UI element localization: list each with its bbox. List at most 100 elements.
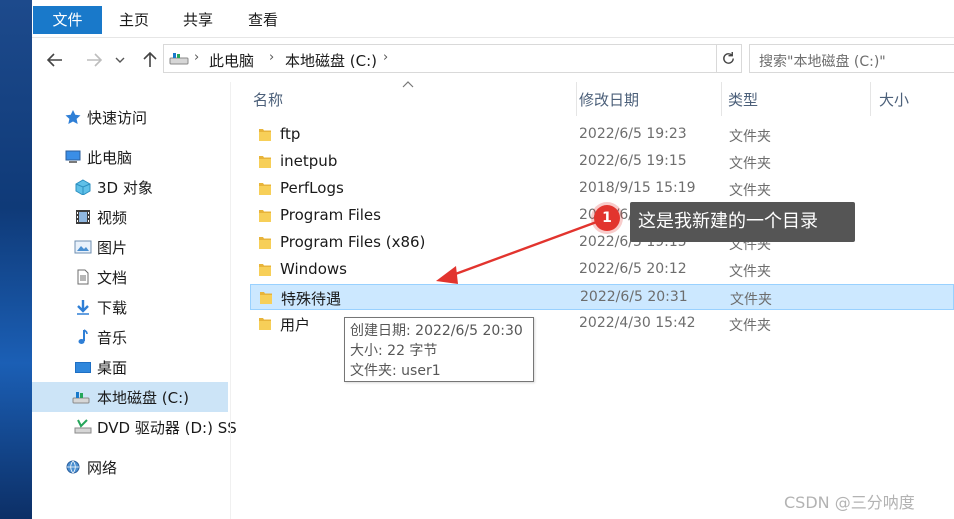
tooltip-size: 大小: 22 字节 (350, 343, 438, 359)
documents-icon (77, 269, 89, 285)
file-modified-date: 2022/6/5 20:31 (580, 289, 688, 305)
folder-icon (259, 210, 271, 222)
nav-item-this-pc[interactable]: 此电脑 (32, 143, 228, 171)
column-header-modified[interactable]: 修改日期 (577, 82, 722, 116)
computer-icon (65, 150, 81, 163)
file-row[interactable]: Windows 2022/6/5 20:12 文件夹 (250, 257, 954, 283)
forward-button[interactable] (82, 48, 106, 72)
tab-share[interactable]: 共享 (172, 6, 224, 34)
nav-item-network[interactable]: 网络 (32, 453, 228, 481)
nav-item-documents[interactable]: 文档 (32, 263, 228, 291)
music-icon (78, 329, 88, 344)
file-type: 文件夹 (729, 264, 771, 280)
file-explorer-window: 文件 主页 共享 查看 › 此电脑 › 本地磁盘 (C:) › 搜索"本地磁盘 … (32, 0, 954, 519)
file-list: 名称 修改日期 类型 大小 ftp 2022/6/5 19:23 文件夹 inetpu… (250, 81, 954, 519)
download-icon (77, 300, 89, 315)
desktop-background (0, 0, 32, 519)
file-type: 文件夹 (729, 156, 771, 172)
file-name: Windows (280, 260, 347, 278)
dvd-drive-icon (74, 419, 92, 434)
file-name: 用户 (280, 316, 311, 334)
arrow-right-icon (87, 53, 102, 67)
refresh-icon (723, 51, 734, 64)
file-modified-date: 2022/6/5 19:23 (579, 126, 687, 142)
video-icon (76, 210, 90, 224)
breadcrumb-separator[interactable]: › (269, 50, 274, 65)
folder-icon (259, 264, 271, 276)
desktop-icon (75, 362, 91, 373)
star-icon (65, 110, 81, 124)
file-modified-date: 2022/6/5 19:15 (579, 153, 687, 169)
nav-item-label: 图片 (97, 239, 128, 257)
file-type: 文件夹 (729, 318, 771, 334)
folder-icon (259, 237, 271, 249)
file-row[interactable]: inetpub 2022/6/5 19:15 文件夹 (250, 149, 954, 175)
tab-file[interactable]: 文件 (33, 6, 102, 34)
file-name: 特殊待遇 (281, 290, 342, 308)
nav-item-label: 此电脑 (87, 149, 133, 167)
file-modified-date: 2022/6/5 20:12 (579, 261, 687, 277)
file-name: Program Files (280, 206, 381, 224)
recent-locations-button[interactable] (112, 48, 128, 72)
file-name: PerfLogs (280, 179, 344, 197)
column-header-label: 修改日期 (579, 91, 640, 109)
file-type: 文件夹 (730, 292, 772, 308)
annotation-number-badge: 1 (594, 205, 620, 231)
watermark: CSDN @三分呐度 (784, 493, 915, 512)
pane-divider[interactable] (230, 82, 231, 519)
up-button[interactable] (138, 48, 162, 72)
annotation-callout: 这是我新建的一个目录 (630, 202, 855, 242)
tooltip-created: 创建日期: 2022/6/5 20:30 (350, 323, 523, 339)
breadcrumb-separator[interactable]: › (383, 50, 388, 65)
file-name: inetpub (280, 152, 338, 170)
nav-item-music[interactable]: 音乐 (32, 323, 228, 351)
back-button[interactable] (43, 48, 67, 72)
chevron-down-icon (115, 57, 125, 63)
nav-item-pictures[interactable]: 图片 (32, 233, 228, 261)
tooltip-folders: 文件夹: user1 (350, 363, 441, 379)
arrow-left-icon (47, 53, 62, 67)
nav-item-videos[interactable]: 视频 (32, 203, 228, 231)
nav-item-label: DVD 驱动器 (D:) SS (97, 419, 237, 437)
search-input[interactable]: 搜索"本地磁盘 (C:)" (749, 44, 954, 73)
folder-icon (259, 318, 271, 330)
column-header-size[interactable]: 大小 (871, 82, 954, 116)
nav-item-3d-objects[interactable]: 3D 对象 (32, 173, 228, 201)
nav-item-quick-access[interactable]: 快速访问 (32, 103, 228, 131)
breadcrumb-this-pc[interactable]: 此电脑 (209, 50, 254, 71)
column-header-type[interactable]: 类型 (722, 82, 870, 116)
file-row[interactable]: 特殊待遇 2022/6/5 20:31 文件夹 (250, 284, 954, 310)
column-header-label: 类型 (728, 91, 759, 109)
nav-item-label: 视频 (97, 209, 128, 227)
tab-home[interactable]: 主页 (108, 6, 160, 34)
ribbon-tabs: 文件 主页 共享 查看 (32, 0, 954, 38)
network-icon (66, 460, 80, 474)
nav-item-label: 桌面 (97, 359, 128, 377)
nav-item-label: 3D 对象 (97, 179, 153, 197)
file-modified-date: 2022/4/30 15:42 (579, 315, 696, 331)
folder-icon (260, 292, 272, 304)
nav-item-label: 快速访问 (87, 109, 148, 127)
drive-icon (72, 392, 90, 404)
column-header-name[interactable]: 名称 (250, 81, 576, 116)
folder-icon (259, 129, 271, 141)
nav-item-desktop[interactable]: 桌面 (32, 353, 228, 381)
breadcrumb-separator[interactable]: › (194, 50, 199, 65)
folder-icon (259, 183, 271, 195)
file-row[interactable]: PerfLogs 2018/9/15 15:19 文件夹 (250, 176, 954, 202)
tab-view[interactable]: 查看 (237, 6, 289, 34)
breadcrumb-local-disk[interactable]: 本地磁盘 (C:) (285, 50, 377, 71)
folder-icon (259, 156, 271, 168)
address-bar[interactable]: › 此电脑 › 本地磁盘 (C:) › (163, 44, 839, 73)
file-type: 文件夹 (729, 129, 771, 145)
nav-item-dvd-drive[interactable]: DVD 驱动器 (D:) SS (32, 413, 237, 441)
sort-ascending-icon (402, 81, 414, 88)
column-header-label: 大小 (879, 91, 910, 109)
pictures-icon (74, 240, 92, 254)
3d-objects-icon (75, 179, 91, 195)
nav-item-downloads[interactable]: 下载 (32, 293, 228, 321)
refresh-button[interactable] (716, 44, 742, 73)
nav-item-local-disk-c[interactable]: 本地磁盘 (C:) (32, 382, 228, 412)
search-placeholder: 搜索"本地磁盘 (C:)" (759, 54, 886, 70)
file-row[interactable]: ftp 2022/6/5 19:23 文件夹 (250, 122, 954, 148)
